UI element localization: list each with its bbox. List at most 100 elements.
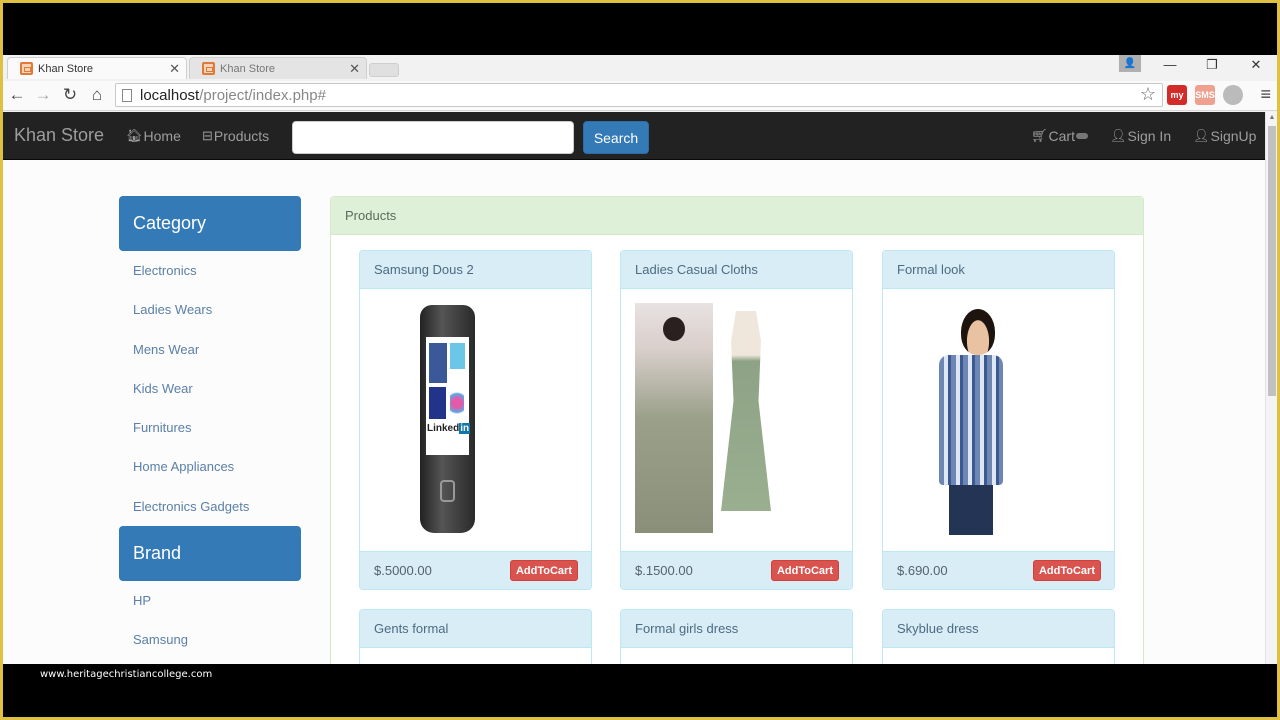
site-navbar: Khan Store 🏠︎ Home ⊟ Products Search 🛒︎ …: [3, 112, 1265, 160]
product-image-dress[interactable]: [621, 289, 852, 551]
close-window-button[interactable]: ✕: [1241, 57, 1271, 73]
add-to-cart-button[interactable]: AddToCart: [509, 560, 578, 581]
restore-button[interactable]: ❐: [1197, 57, 1227, 73]
product-card: Formal girls dress: [620, 609, 853, 664]
store-favicon-icon: [20, 62, 33, 75]
nav-signup-link[interactable]: 👤︎ SignUp: [1193, 128, 1256, 144]
category-item[interactable]: Mens Wear: [119, 330, 301, 369]
product-card: Formal look $.690.00 AddToCart: [882, 250, 1115, 590]
products-icon: ⊟: [202, 128, 213, 143]
category-list: Electronics Ladies Wears Mens Wear Kids …: [119, 251, 301, 526]
category-item[interactable]: Furnitures: [119, 408, 301, 447]
tab-close-icon[interactable]: ✕: [169, 61, 180, 77]
tab-close-icon[interactable]: ✕: [349, 61, 360, 77]
linkedin-icon: Linkedin: [427, 423, 471, 434]
store-favicon-icon: [202, 62, 215, 75]
search-button[interactable]: Search: [583, 121, 649, 154]
twitter-icon: [450, 343, 465, 369]
phone-image: Linkedin: [420, 305, 475, 533]
product-name: Gents formal: [360, 610, 591, 648]
nav-products-label: Products: [213, 128, 270, 144]
page-scrollbar[interactable]: ▲: [1265, 112, 1277, 664]
menu-icon[interactable]: ≡: [1260, 84, 1271, 105]
product-card: Gents formal: [359, 609, 592, 664]
boy-shirt-image: [939, 355, 1003, 485]
product-image[interactable]: [621, 648, 852, 664]
nav-cart-label: Cart: [1048, 128, 1075, 144]
forward-arrow-icon[interactable]: →: [32, 85, 54, 105]
category-item[interactable]: Electronics Gadgets: [119, 487, 301, 526]
nav-signin-link[interactable]: 👤︎ Sign In: [1110, 128, 1171, 144]
browser-tab-active[interactable]: Khan Store ✕: [7, 57, 187, 79]
product-name: Formal look: [883, 251, 1114, 289]
minimize-button[interactable]: —: [1155, 57, 1185, 72]
facebook-icon: [429, 343, 447, 383]
browser-toolbar: ← → ↻ ⌂ localhost /project/index.php# ☆ …: [3, 81, 1277, 111]
nav-products-link[interactable]: ⊟ Products: [202, 128, 269, 144]
add-to-cart-button[interactable]: AddToCart: [770, 560, 839, 581]
brand-heading: Brand: [119, 526, 301, 582]
brand-item[interactable]: HP: [119, 581, 301, 620]
user-icon: 👤︎: [1193, 128, 1210, 143]
product-card: Samsung Dous 2 Linkedin $.5000.00 AddToC…: [359, 250, 592, 590]
address-bar[interactable]: localhost /project/index.php# ☆: [115, 83, 1163, 107]
browser-tab[interactable]: Khan Store ✕: [189, 57, 367, 79]
add-to-cart-button[interactable]: AddToCart: [1032, 560, 1101, 581]
phone-screen: Linkedin: [426, 337, 471, 455]
profile-icon[interactable]: 👤: [1119, 55, 1141, 72]
my-extension-icon[interactable]: my: [1167, 85, 1187, 105]
search-input[interactable]: [292, 121, 574, 154]
dress-photo-image: [635, 303, 713, 533]
tab-strip: Khan Store ✕ Khan Store ✕ 👤 — ❐ ✕: [3, 55, 1277, 79]
page-icon: [122, 88, 132, 102]
back-arrow-icon[interactable]: ←: [6, 85, 28, 105]
category-heading: Category: [119, 196, 301, 251]
site-brand[interactable]: Khan Store: [14, 125, 104, 146]
globe-extension-icon[interactable]: [1223, 85, 1243, 105]
reload-icon[interactable]: ↻: [59, 85, 81, 105]
home-icon[interactable]: ⌂: [86, 85, 108, 105]
dress-hanger-image: [721, 311, 771, 511]
product-price: $.1500.00: [635, 563, 693, 578]
category-item[interactable]: Kids Wear: [119, 369, 301, 408]
url-host: localhost: [140, 86, 200, 104]
flickr-icon: [450, 389, 464, 417]
boy-jeans-image: [949, 485, 993, 535]
product-footer: $.5000.00 AddToCart: [360, 551, 591, 589]
browser-chrome: Khan Store ✕ Khan Store ✕ 👤 — ❐ ✕ ← → ↻ …: [3, 55, 1277, 112]
product-name: Formal girls dress: [621, 610, 852, 648]
sms-extension-icon[interactable]: SMS: [1195, 85, 1215, 105]
nav-home-link[interactable]: 🏠︎ Home: [126, 128, 181, 144]
product-image-phone[interactable]: Linkedin: [360, 289, 591, 551]
tab-title: Khan Store: [38, 62, 94, 75]
products-panel-heading: Products: [331, 197, 1143, 235]
product-image[interactable]: [883, 648, 1114, 664]
nav-cart-link[interactable]: 🛒︎ Cart: [1031, 128, 1088, 144]
page-viewport: Khan Store 🏠︎ Home ⊟ Products Search 🛒︎ …: [3, 112, 1265, 664]
scrollbar-thumb[interactable]: [1268, 126, 1276, 396]
url-path: /project/index.php#: [199, 86, 326, 104]
category-item[interactable]: Home Appliances: [119, 447, 301, 486]
new-tab-button[interactable]: [369, 63, 399, 77]
product-image-boy[interactable]: [883, 289, 1114, 551]
nav-signin-label: Sign In: [1127, 128, 1172, 144]
boy-head-image: [961, 309, 995, 355]
cart-icon: 🛒︎: [1031, 128, 1048, 143]
product-name: Samsung Dous 2: [360, 251, 591, 289]
product-card: Ladies Casual Cloths $.1500.00 AddToCart: [620, 250, 853, 590]
category-item[interactable]: Electronics: [119, 251, 301, 290]
product-card: Skyblue dress: [882, 609, 1115, 664]
product-footer: $.1500.00 AddToCart: [621, 551, 852, 589]
bookmark-star-icon[interactable]: ☆: [1140, 84, 1156, 105]
scroll-up-arrow-icon[interactable]: ▲: [1266, 112, 1278, 124]
product-price: $.690.00: [897, 563, 948, 578]
watermark: www.heritagechristiancollege.com: [40, 669, 213, 680]
nav-home-label: Home: [143, 128, 181, 144]
brand-item[interactable]: Samsung: [119, 620, 301, 659]
product-image[interactable]: [360, 648, 591, 664]
category-item[interactable]: Ladies Wears: [119, 290, 301, 329]
tab-title: Khan Store: [220, 62, 276, 75]
product-name: Ladies Casual Cloths: [621, 251, 852, 289]
cart-count-badge: [1075, 133, 1088, 139]
foursquare-icon: [429, 387, 446, 419]
